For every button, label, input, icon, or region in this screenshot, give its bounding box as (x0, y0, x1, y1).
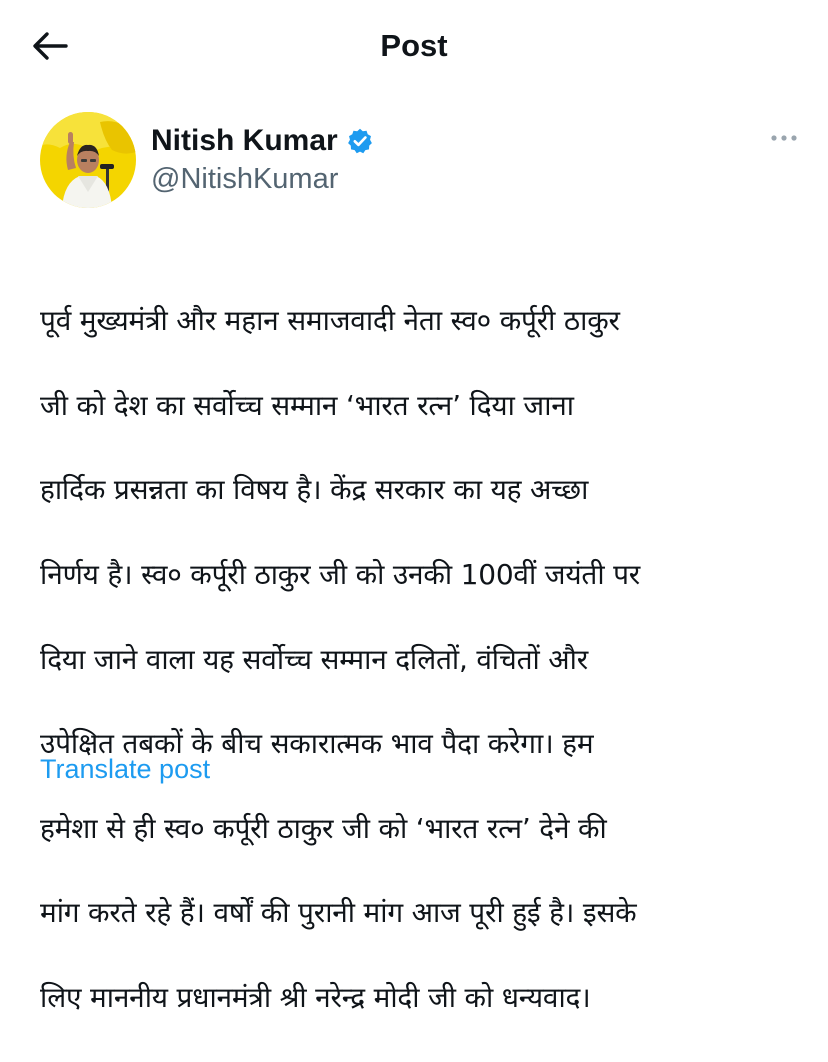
translate-post-link[interactable]: Translate post (40, 751, 210, 787)
post-text-line: दिया जाने वाला यह सर्वोच्च सम्मान दलितों… (40, 642, 588, 676)
avatar-image (40, 112, 136, 208)
author-handle[interactable]: @NitishKumar (151, 162, 338, 196)
back-button[interactable] (30, 26, 70, 66)
avatar[interactable] (40, 112, 136, 208)
post-text-line: जी को देश का सर्वोच्च सम्मान ‘भारत रत्न’… (40, 388, 574, 422)
verified-badge-icon (347, 128, 372, 154)
post-text-line: लिए माननीय प्रधानमंत्री श्री नरेन्द्र मो… (40, 981, 591, 1015)
post-text-line: पूर्व मुख्यमंत्री और महान समाजवादी नेता … (40, 304, 620, 338)
post-text-line: हमेशा से ही स्व० कर्पूरी ठाकुर जी को ‘भा… (40, 811, 607, 845)
author-display-name: Nitish Kumar (151, 124, 338, 157)
post-text: पूर्व मुख्यमंत्री और महान समाजवादी नेता … (40, 258, 795, 1062)
more-options-button[interactable] (768, 126, 800, 150)
top-bar: Post (0, 0, 828, 92)
arrow-left-icon (33, 32, 68, 60)
more-horizontal-icon (771, 135, 797, 141)
page-title: Post (380, 28, 448, 63)
post-text-line: मांग करते रहे हैं। वर्षों की पुरानी मांग… (40, 896, 637, 930)
author-header: Nitish Kumar @NitishKumar (40, 112, 800, 208)
post-text-line: निर्णय है। स्व० कर्पूरी ठाकुर जी को उनकी… (40, 558, 641, 592)
post-text-line: हार्दिक प्रसन्नता का विषय है। केंद्र सरक… (40, 473, 589, 507)
author-name-row[interactable]: Nitish Kumar (151, 124, 374, 158)
